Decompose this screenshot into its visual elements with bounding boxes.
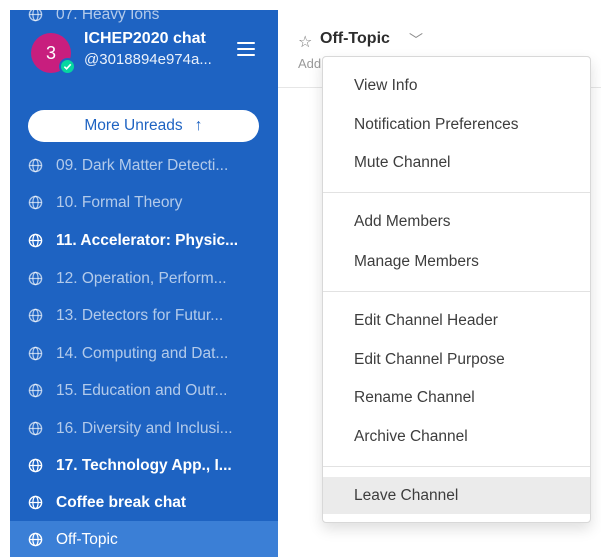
sidebar-channel[interactable]: 13. Detectors for Futur... [10,297,278,334]
sidebar-channel[interactable]: 07. Heavy Ions [10,10,278,33]
current-username: @3018894e974a... [84,51,212,68]
globe-icon [28,10,43,22]
channel-label: 17. Technology App., I... [56,456,232,474]
sidebar-channel[interactable]: Off-Topic [10,521,278,557]
globe-icon [28,495,43,510]
menu-item-label: Notification Preferences [354,115,519,133]
channel-menu: View Info Notification Preferences Mute … [322,56,591,523]
channel-label: Off-Topic [56,530,118,548]
channel-label: 11. Accelerator: Physic... [56,231,239,249]
channel-label: 10. Formal Theory [56,193,183,211]
menu-divider [323,192,590,193]
menu-item-edit-channel-purpose[interactable]: Edit Channel Purpose [323,341,590,378]
channel-label: Coffee break chat [56,493,187,511]
menu-divider [323,466,590,467]
globe-icon [28,532,43,547]
menu-divider [323,291,590,292]
channel-title[interactable]: Off-Topic [320,30,390,48]
menu-item-label: Manage Members [354,252,479,270]
menu-item-label: Leave Channel [354,486,459,504]
globe-icon [28,308,43,323]
globe-icon [28,271,43,286]
menu-item-view-info[interactable]: View Info [323,67,590,104]
menu-item-add-members[interactable]: Add Members [323,203,590,240]
sidebar-channel[interactable]: 17. Technology App., I... [10,447,278,484]
channel-label: 09. Dark Matter Detecti... [56,156,229,174]
chevron-down-icon[interactable]: ﹀ [409,30,423,50]
channel-label: 16. Diversity and Inclusi... [56,419,233,437]
channel-label: 12. Operation, Perform... [56,269,227,287]
menu-item-leave-channel[interactable]: Leave Channel [323,477,590,514]
globe-icon [28,233,43,248]
main-menu-icon[interactable] [237,42,255,56]
menu-item-manage-members[interactable]: Manage Members [323,243,590,280]
channel-label: 15. Education and Outr... [56,381,228,399]
channel-header-subtitle[interactable]: Add [298,56,321,71]
channel-label: 14. Computing and Dat... [56,344,229,362]
menu-item-mute-channel[interactable]: Mute Channel [323,144,590,181]
menu-item-label: Archive Channel [354,427,468,445]
channel-label: 07. Heavy Ions [56,10,160,23]
sidebar: 3 ICHEP2020 chat @3018894e974a... 07. He… [10,10,278,557]
menu-item-label: Edit Channel Purpose [354,350,505,368]
menu-item-label: Rename Channel [354,388,475,406]
more-unreads-label: More Unreads [84,117,183,134]
sidebar-channel[interactable]: 15. Education and Outr... [10,372,278,409]
online-status-icon [59,58,76,75]
menu-item-notification-preferences[interactable]: Notification Preferences [323,106,590,143]
sidebar-channel[interactable]: 11. Accelerator: Physic... [10,222,278,259]
star-icon[interactable]: ☆ [298,32,312,52]
arrow-up-icon: ↑ [194,117,203,134]
menu-item-label: Edit Channel Header [354,311,498,329]
menu-item-label: Mute Channel [354,153,451,171]
menu-item-archive-channel[interactable]: Archive Channel [323,418,590,455]
globe-icon [28,383,43,398]
globe-icon [28,458,43,473]
sidebar-channel[interactable]: Coffee break chat [10,484,278,521]
sidebar-channel[interactable]: 09. Dark Matter Detecti... [10,147,278,184]
menu-item-label: View Info [354,76,418,94]
menu-item-label: Add Members [354,212,451,230]
menu-item-rename-channel[interactable]: Rename Channel [323,379,590,416]
menu-item-edit-channel-header[interactable]: Edit Channel Header [323,302,590,339]
sidebar-channel[interactable]: 12. Operation, Perform... [10,260,278,297]
sidebar-channel[interactable]: 14. Computing and Dat... [10,335,278,372]
sidebar-channel[interactable]: 10. Formal Theory [10,184,278,221]
sidebar-channel[interactable]: 16. Diversity and Inclusi... [10,410,278,447]
globe-icon [28,195,43,210]
globe-icon [28,158,43,173]
globe-icon [28,346,43,361]
globe-icon [28,421,43,436]
more-unreads-button[interactable]: More Unreads ↑ [28,110,259,142]
channel-label: 13. Detectors for Futur... [56,306,224,324]
